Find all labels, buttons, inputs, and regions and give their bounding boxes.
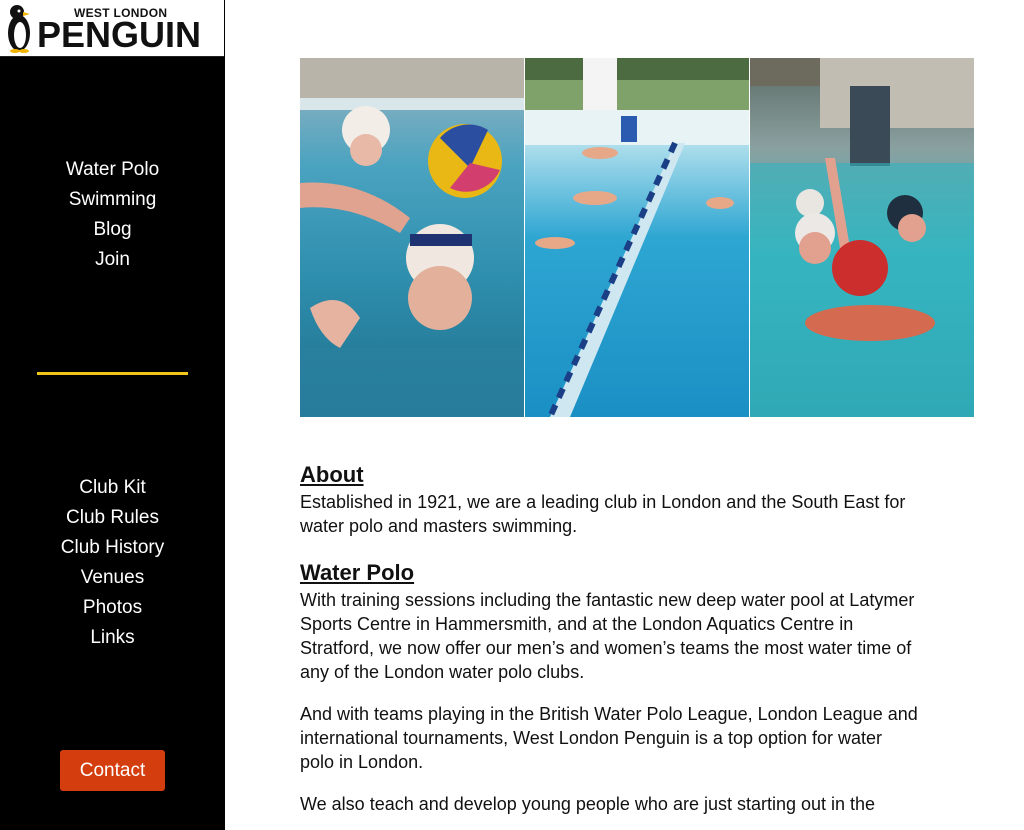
sidebar: WEST LONDON PENGUIN Water Polo Swimming … <box>0 0 225 830</box>
logo-line-2: PENGUIN <box>37 14 202 55</box>
nav-join[interactable]: Join <box>0 245 225 275</box>
nav-blog[interactable]: Blog <box>0 215 225 245</box>
hero-collage <box>300 58 974 417</box>
nav-water-polo[interactable]: Water Polo <box>0 155 225 185</box>
nav-club-kit[interactable]: Club Kit <box>0 473 225 503</box>
nav-club-history[interactable]: Club History <box>0 533 225 563</box>
water-polo-text-1: With training sessions including the fan… <box>300 590 915 682</box>
about-heading: About <box>300 462 364 487</box>
penguin-icon <box>8 5 30 53</box>
contact-button[interactable]: Contact <box>60 750 165 791</box>
secondary-nav: Club Kit Club Rules Club History Venues … <box>0 473 225 653</box>
nav-swimming[interactable]: Swimming <box>0 185 225 215</box>
water-polo-heading: Water Polo <box>300 560 415 585</box>
main-content: About Established in 1921, we are a lead… <box>300 460 920 816</box>
nav-links[interactable]: Links <box>0 623 225 653</box>
site-logo[interactable]: WEST LONDON PENGUIN <box>0 0 224 57</box>
water-polo-text-3: We also teach and develop young people w… <box>300 794 876 814</box>
swimming-pool-photo <box>525 58 749 417</box>
nav-photos[interactable]: Photos <box>0 593 225 623</box>
water-polo-photo <box>300 58 524 417</box>
water-polo-text-2: And with teams playing in the British Wa… <box>300 704 918 772</box>
nav-venues[interactable]: Venues <box>0 563 225 593</box>
about-text: Established in 1921, we are a leading cl… <box>300 492 906 536</box>
masters-water-polo-photo <box>750 58 974 417</box>
nav-club-rules[interactable]: Club Rules <box>0 503 225 533</box>
nav-divider <box>37 372 188 375</box>
primary-nav: Water Polo Swimming Blog Join <box>0 155 225 275</box>
